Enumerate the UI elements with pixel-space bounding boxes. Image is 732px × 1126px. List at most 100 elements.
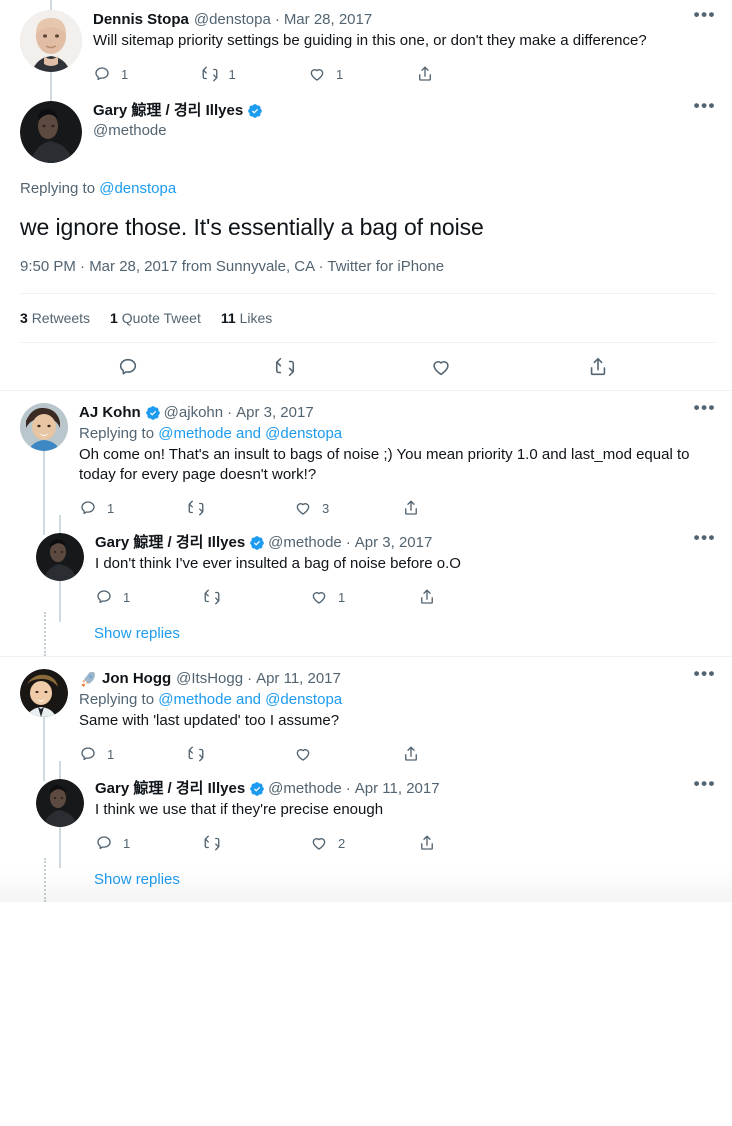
like-button[interactable]: 3 xyxy=(294,499,402,517)
reply-button[interactable]: 1 xyxy=(79,499,187,517)
author-handle[interactable]: @denstopa xyxy=(194,10,271,30)
more-horizontal-icon[interactable]: ••• xyxy=(684,775,716,792)
avatar-column xyxy=(20,0,82,109)
reply-icon xyxy=(97,836,111,850)
retweet-button[interactable] xyxy=(187,499,295,517)
retweet-button[interactable] xyxy=(203,834,311,852)
avatar[interactable] xyxy=(20,10,82,72)
more-horizontal-icon[interactable]: ••• xyxy=(684,529,716,546)
reply-button[interactable]: 1 xyxy=(93,65,201,83)
author-name[interactable]: AJ Kohn xyxy=(79,403,141,423)
avatar[interactable] xyxy=(36,779,84,827)
reply-count: 1 xyxy=(107,500,115,516)
author-handle[interactable]: @methode xyxy=(268,533,342,553)
like-button[interactable]: 1 xyxy=(310,588,418,606)
thread-connector-line xyxy=(43,451,45,535)
avatar-column xyxy=(20,669,68,781)
reply-aj-kohn[interactable]: AJ Kohn @ajkohn · Apr 3, 2017 ••• Replyi… xyxy=(0,391,732,535)
avatar[interactable] xyxy=(20,403,68,451)
show-replies-row-2[interactable]: Show replies xyxy=(0,858,732,902)
heart-icon xyxy=(312,592,326,604)
replying-mention[interactable]: @methode and @denstopa xyxy=(158,425,342,442)
reply-button[interactable]: 1 xyxy=(95,588,203,606)
separator-dot: · xyxy=(345,780,351,797)
like-count: 2 xyxy=(338,835,346,851)
reply-gary-illyes-nested-1[interactable]: Gary 鯨理 / 경리 Illyes @methode · Apr 3, 20… xyxy=(0,515,732,622)
separator-dot: · xyxy=(247,670,253,687)
author-handle[interactable]: @ItsHogg xyxy=(176,669,243,689)
tweet-date[interactable]: Apr 11, 2017 xyxy=(355,779,440,799)
author-name[interactable]: Dennis Stopa xyxy=(93,10,189,30)
tweet-dennis-stopa[interactable]: Dennis Stopa @denstopa · Mar 28, 2017 ••… xyxy=(0,0,732,109)
tweet-text: Will sitemap priority settings be guidin… xyxy=(93,32,647,49)
more-horizontal-icon[interactable]: ••• xyxy=(684,97,716,114)
author-name[interactable]: Jon Hogg xyxy=(102,669,171,689)
avatar[interactable] xyxy=(20,669,68,717)
tweet-date[interactable]: Apr 11, 2017 xyxy=(256,669,341,689)
reply-gary-illyes-nested-2[interactable]: Gary 鯨理 / 경리 Illyes @methode · Apr 11, 2… xyxy=(0,761,732,868)
likes-stat[interactable]: 11 Likes xyxy=(221,310,272,326)
share-button[interactable] xyxy=(402,499,510,517)
thread-connector-line xyxy=(59,581,61,622)
reply-button[interactable]: 1 xyxy=(79,745,187,763)
replying-mention[interactable]: @denstopa xyxy=(99,180,176,197)
share-icon xyxy=(590,357,605,375)
reply-icon xyxy=(95,67,109,81)
avatar[interactable] xyxy=(36,533,84,581)
like-button[interactable] xyxy=(430,356,452,378)
reply-button[interactable] xyxy=(117,356,139,378)
tweet-header: Jon Hogg @ItsHogg · Apr 11, 2017 ••• xyxy=(79,665,716,689)
reply-jon-hogg[interactable]: Jon Hogg @ItsHogg · Apr 11, 2017 ••• Rep… xyxy=(0,657,732,781)
tweet-text: I think we use that if they're precise e… xyxy=(95,801,384,818)
replying-mention[interactable]: @methode and @denstopa xyxy=(158,691,342,708)
share-button[interactable] xyxy=(418,834,526,852)
author-handle[interactable]: @methode xyxy=(268,779,342,799)
like-button[interactable]: 1 xyxy=(308,65,416,83)
show-replies-row-1[interactable]: Show replies xyxy=(0,612,732,656)
show-replies-link[interactable]: Show replies xyxy=(94,870,180,890)
retweets-label: Retweets xyxy=(31,310,91,326)
retweet-button[interactable] xyxy=(274,356,296,378)
more-horizontal-icon[interactable]: ••• xyxy=(684,665,716,682)
tweet-header: AJ Kohn @ajkohn · Apr 3, 2017 ••• xyxy=(79,399,716,423)
author-name[interactable]: Gary 鯨理 / 경리 Illyes xyxy=(93,101,243,121)
reply-button[interactable]: 1 xyxy=(95,834,203,852)
tweet-body: Jon Hogg @ItsHogg · Apr 11, 2017 ••• Rep… xyxy=(68,665,716,769)
tweet-date[interactable]: Apr 3, 2017 xyxy=(355,533,433,553)
share-icon xyxy=(420,589,433,604)
retweet-button[interactable] xyxy=(203,588,311,606)
retweet-icon xyxy=(275,357,294,376)
retweet-button[interactable] xyxy=(187,745,295,763)
like-button[interactable]: 2 xyxy=(310,834,418,852)
tweet-text: Oh come on! That's an insult to bags of … xyxy=(79,446,690,483)
share-icon xyxy=(404,500,417,515)
heart-icon xyxy=(296,749,310,761)
thread-dotted-line xyxy=(44,612,46,656)
share-button[interactable] xyxy=(402,745,510,763)
verified-badge-icon xyxy=(249,535,265,551)
author-name[interactable]: Gary 鯨理 / 경리 Illyes xyxy=(95,533,245,553)
tweet-date[interactable]: Mar 28, 2017 xyxy=(284,10,372,30)
retweets-stat[interactable]: 3 Retweets xyxy=(20,310,90,326)
retweet-icon xyxy=(188,500,203,516)
like-button[interactable] xyxy=(294,745,402,763)
action-bar: 1 1 xyxy=(95,582,525,612)
share-button[interactable] xyxy=(587,356,609,378)
retweet-button[interactable]: 1 xyxy=(201,65,309,83)
quotes-stat[interactable]: 1 Quote Tweet xyxy=(110,310,201,326)
tweet-date[interactable]: Apr 3, 2017 xyxy=(236,403,314,423)
show-replies-link[interactable]: Show replies xyxy=(94,624,180,644)
author-handle[interactable]: @ajkohn xyxy=(164,403,223,423)
avatar-column xyxy=(36,761,84,868)
author-name[interactable]: Gary 鯨理 / 경리 Illyes xyxy=(95,779,245,799)
focal-header: Gary 鯨理 / 경리 Illyes ••• @methode xyxy=(20,95,716,163)
tweet-header: Gary 鯨理 / 경리 Illyes @methode · Apr 11, 2… xyxy=(95,775,716,799)
replying-to-label: Replying to @methode and @denstopa xyxy=(79,424,716,444)
more-horizontal-icon[interactable]: ••• xyxy=(684,399,716,416)
author-handle[interactable]: @methode xyxy=(93,121,716,141)
more-horizontal-icon[interactable]: ••• xyxy=(684,6,716,23)
avatar[interactable] xyxy=(20,101,82,163)
share-button[interactable] xyxy=(418,588,526,606)
replying-to-label: Replying to @methode and @denstopa xyxy=(79,690,716,710)
share-button[interactable] xyxy=(416,65,524,83)
